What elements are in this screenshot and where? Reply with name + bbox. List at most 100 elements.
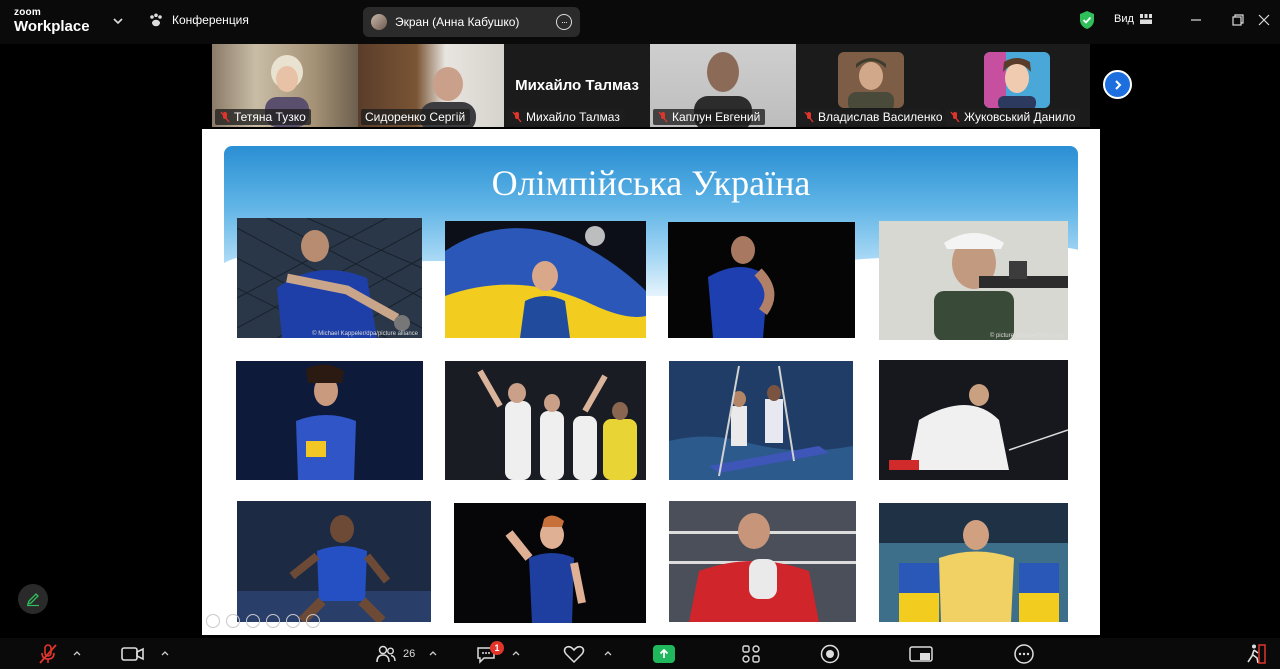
chat-unread-badge: 1 [490,641,504,655]
mic-muted-icon [39,644,57,664]
apps-button[interactable] [739,642,763,666]
participant-name: Жуковський Данило [964,110,1076,124]
athlete-photo-boxer [669,501,856,622]
record-button[interactable] [818,642,842,666]
athlete-photo-canoe [669,361,853,480]
mic-muted-icon [804,111,814,123]
participant-avatar [838,52,904,108]
athlete-photo-wrestler-flex [454,503,646,623]
participants-button[interactable]: 26 [374,642,415,666]
participant-tile[interactable]: Владислав Василенко [796,44,942,127]
athlete-photo-flag-bearer [879,503,1068,622]
show-captions-button[interactable] [908,642,934,666]
screen-icon [909,646,933,662]
screen-share-label: Экран (Анна Кабушко) [395,15,520,29]
view-button[interactable]: Вид [1114,13,1152,25]
participant-name-tag: Каплун Евгений [653,109,766,125]
participant-tile[interactable]: Михайло Талмаз Михайло Талмаз [504,44,650,127]
participants-count: 26 [403,648,416,660]
minimize-icon[interactable] [1188,12,1204,28]
athlete-photo-fencing-team [445,361,646,480]
participant-name: Тетяна Тузко [234,110,306,124]
grid-view-icon [1139,14,1152,24]
annotate-button[interactable] [18,584,48,614]
share-screen-button[interactable] [653,642,675,666]
participant-name: Михайло Талмаз [526,110,620,124]
mic-muted-icon [220,111,230,123]
logo-line-2: Workplace [14,18,90,35]
reactions-button[interactable] [562,642,586,666]
participant-name-tag: Жуковський Данило [945,109,1081,125]
participant-avatar [984,52,1050,108]
slide-navigation-tools [206,614,320,628]
pen-tool-icon[interactable] [246,614,260,628]
restore-icon[interactable] [1230,12,1246,28]
participant-tile-active-speaker[interactable]: Сидоренко Сергій [358,44,504,127]
logo-line-1: zoom [14,7,41,18]
conference-menu[interactable]: Конференция [148,12,249,28]
chevron-right-icon [1114,79,1121,90]
meeting-controls: 26 [0,638,1280,669]
shared-screen-slide: Олімпійська Україна © Michael Kappeler/d… [202,129,1100,635]
participant-display-name: Михайло Талмаз [515,77,639,94]
next-page-button[interactable] [1103,70,1132,99]
participant-name: Владислав Василенко [818,110,942,124]
record-icon [820,644,840,664]
next-slide-icon[interactable] [226,614,240,628]
mute-button[interactable] [36,642,60,666]
athlete-photo-flag [445,221,646,338]
mic-muted-icon [658,111,668,123]
participant-name-tag: Сидоренко Сергій [361,109,471,125]
apps-icon [742,645,760,663]
encryption-shield-icon[interactable] [1078,10,1096,30]
more-options-icon[interactable] [306,614,320,628]
photo-credit: © picture alliance/Newscom [989,333,1064,339]
chevron-down-icon[interactable] [111,14,125,28]
participant-name-tag: Тетяна Тузко [215,109,311,125]
participant-tile[interactable]: Жуковський Данило [942,44,1088,127]
prev-slide-icon[interactable] [206,614,220,628]
participant-tile[interactable]: Каплун Евгений [650,44,796,127]
mic-muted-icon [950,111,960,123]
participant-name: Сидоренко Сергій [365,110,466,124]
participants-icon [376,645,396,663]
paw-icon [150,13,162,27]
athlete-photo-hammer: © Michael Kappeler/dpa/picture alliance [237,218,422,338]
slide-title: Олімпійська Україна [491,163,811,203]
participant-strip: Тетяна Тузко Сидоренко Сергій Михайло Та… [212,44,1090,127]
close-icon[interactable] [1256,12,1272,28]
participant-tile[interactable]: Тетяна Тузко [212,44,358,127]
share-screen-icon [653,645,675,663]
heart-icon [563,645,585,664]
sharer-avatar [371,14,387,30]
screen-share-indicator[interactable]: Экран (Анна Кабушко) ··· [363,7,580,37]
more-icon [1014,644,1034,664]
athlete-photo-wrestler-shout [668,222,855,338]
athlete-photo-fencer-kneeling [879,360,1068,480]
conference-label: Конференция [172,13,249,27]
photo-credit: © Michael Kappeler/dpa/picture alliance [312,331,418,337]
view-label: Вид [1114,13,1134,25]
more-button[interactable] [1012,642,1036,666]
chevron-up-icon[interactable] [511,648,521,658]
chevron-up-icon[interactable] [603,648,613,658]
video-button[interactable] [120,642,146,666]
top-bar: zoom Workplace Конференция Экран (Анна К… [0,0,1280,44]
mic-muted-icon [512,111,522,123]
athlete-photo-wrestler-celebrate [237,501,431,622]
athlete-photo-high-jump [236,361,423,480]
participant-name-tag: Михайло Талмаз [507,109,625,125]
pencil-icon [26,593,39,607]
zoom-tool-icon[interactable] [286,614,300,628]
more-options-icon[interactable]: ··· [556,14,572,30]
chevron-up-icon[interactable] [428,648,438,658]
athlete-photo-shooter: © picture alliance/Newscom [879,221,1068,340]
leave-button[interactable] [1244,642,1268,666]
participant-name-tag: Владислав Василенко [799,109,942,125]
video-camera-icon [121,647,144,661]
slides-overview-icon[interactable] [266,614,280,628]
leave-icon [1247,644,1266,664]
chevron-up-icon[interactable] [72,648,82,658]
participant-name: Каплун Евгений [672,110,761,124]
chevron-up-icon[interactable] [160,648,170,658]
